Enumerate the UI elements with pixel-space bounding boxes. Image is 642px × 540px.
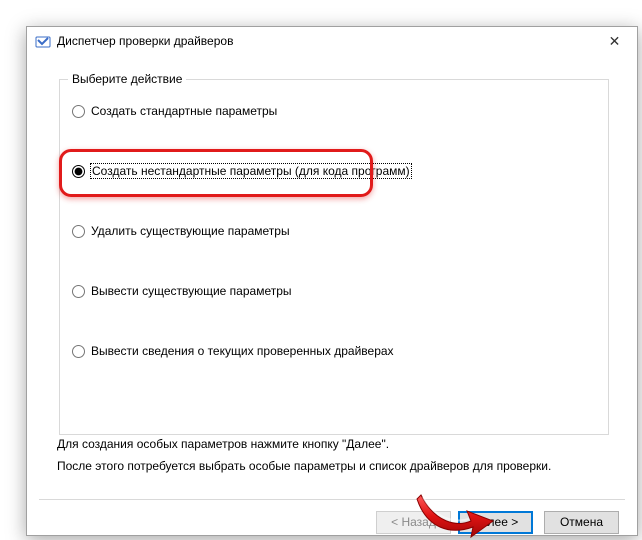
- help-text-2: После этого потребуется выбрать особые п…: [57, 459, 611, 473]
- radio-create-custom[interactable]: Создать нестандартные параметры (для код…: [72, 162, 596, 180]
- back-button: < Назад: [376, 511, 451, 534]
- radio-delete-existing[interactable]: Удалить существующие параметры: [72, 222, 596, 240]
- app-icon: [35, 34, 51, 50]
- help-text-1: Для создания особых параметров нажмите к…: [57, 437, 611, 451]
- radio-show-info-label: Вывести сведения о текущих проверенных д…: [91, 344, 394, 358]
- window-frame: Диспетчер проверки драйверов ✕ Выберите …: [26, 26, 638, 536]
- radio-create-standard-input[interactable]: [72, 105, 85, 118]
- radio-show-existing[interactable]: Вывести существующие параметры: [72, 282, 596, 300]
- radio-create-custom-label: Создать нестандартные параметры (для код…: [91, 164, 411, 178]
- radio-show-info[interactable]: Вывести сведения о текущих проверенных д…: [72, 342, 596, 360]
- radio-show-existing-input[interactable]: [72, 285, 85, 298]
- radio-delete-existing-input[interactable]: [72, 225, 85, 238]
- cancel-button[interactable]: Отмена: [544, 511, 619, 534]
- next-button[interactable]: Далее >: [458, 511, 533, 534]
- radio-show-info-input[interactable]: [72, 345, 85, 358]
- action-groupbox: Выберите действие Создать стандартные па…: [59, 79, 609, 435]
- close-button[interactable]: ✕: [592, 27, 637, 57]
- window-title: Диспетчер проверки драйверов: [57, 34, 233, 48]
- group-caption: Выберите действие: [68, 72, 186, 86]
- radio-create-standard-label: Создать стандартные параметры: [91, 104, 277, 118]
- radio-create-standard[interactable]: Создать стандартные параметры: [72, 102, 596, 120]
- separator: [39, 499, 625, 500]
- titlebar: Диспетчер проверки драйверов ✕: [27, 27, 637, 58]
- radio-show-existing-label: Вывести существующие параметры: [91, 284, 292, 298]
- radio-delete-existing-label: Удалить существующие параметры: [91, 224, 290, 238]
- client-area: Выберите действие Создать стандартные па…: [27, 57, 637, 535]
- radio-create-custom-input[interactable]: [72, 165, 85, 178]
